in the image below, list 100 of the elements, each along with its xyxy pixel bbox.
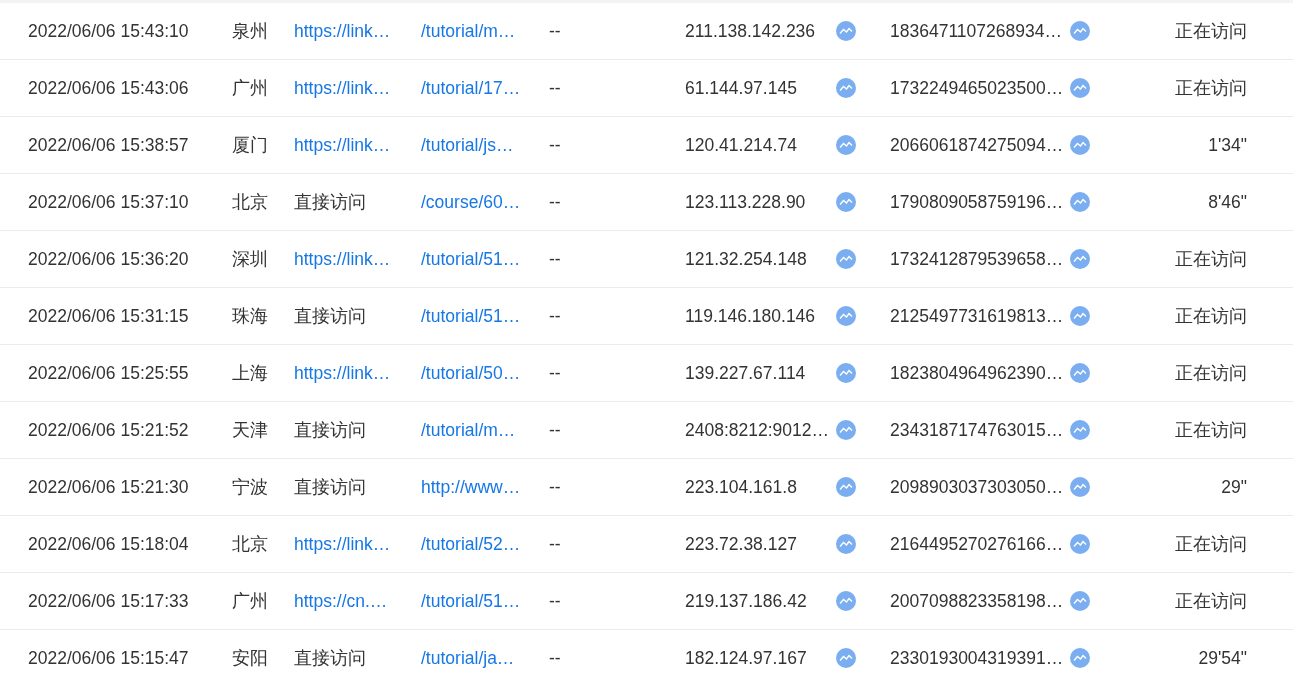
ip-address: 211.138.142.236	[685, 20, 817, 42]
page-link[interactable]: /tutorial/51…	[421, 305, 549, 327]
visit-time: 2022/06/06 15:36:20	[28, 248, 190, 270]
referrer-link[interactable]: https://link…	[294, 20, 421, 42]
visit-duration: 正在访问	[1174, 590, 1247, 613]
visitor-id: 2125497731619813…	[890, 305, 1065, 327]
referrer-link[interactable]: https://link…	[294, 533, 421, 555]
referrer-link[interactable]: https://link…	[294, 134, 421, 156]
trend-icon[interactable]	[836, 21, 856, 41]
city: 广州	[232, 590, 269, 613]
city: 安阳	[232, 647, 269, 670]
trend-icon[interactable]	[836, 306, 856, 326]
trend-icon[interactable]	[1070, 534, 1090, 554]
city: 广州	[232, 77, 269, 100]
visit-duration: 正在访问	[1174, 248, 1247, 271]
referrer-text: 直接访问	[294, 476, 367, 499]
visit-time: 2022/06/06 15:37:10	[28, 191, 190, 213]
trend-icon[interactable]	[836, 591, 856, 611]
city: 珠海	[232, 305, 269, 328]
empty-value: --	[549, 305, 562, 327]
city: 宁波	[232, 476, 269, 499]
empty-value: --	[549, 20, 562, 42]
empty-value: --	[549, 362, 562, 384]
trend-icon[interactable]	[836, 78, 856, 98]
page-link[interactable]: http://www…	[421, 476, 549, 498]
referrer-link[interactable]: https://link…	[294, 362, 421, 384]
trend-icon[interactable]	[1070, 306, 1090, 326]
city: 天津	[232, 419, 269, 442]
page-link[interactable]: /tutorial/51…	[421, 590, 549, 612]
empty-value: --	[549, 77, 562, 99]
trend-icon[interactable]	[1070, 135, 1090, 155]
city: 上海	[232, 362, 269, 385]
trend-icon[interactable]	[836, 135, 856, 155]
visitor-id: 2343187174763015…	[890, 419, 1065, 441]
page-link[interactable]: /course/60…	[421, 191, 549, 213]
ip-address: 223.72.38.127	[685, 533, 798, 555]
empty-value: --	[549, 134, 562, 156]
page-link[interactable]: /tutorial/m…	[421, 419, 549, 441]
trend-icon[interactable]	[1070, 477, 1090, 497]
visit-time: 2022/06/06 15:21:30	[28, 476, 190, 498]
ip-address: 223.104.161.8	[685, 476, 798, 498]
trend-icon[interactable]	[836, 477, 856, 497]
visit-time: 2022/06/06 15:43:10	[28, 20, 190, 42]
visitor-id: 2164495270276166…	[890, 533, 1065, 555]
empty-value: --	[549, 191, 562, 213]
visitor-id: 2330193004319391…	[890, 647, 1065, 669]
trend-icon[interactable]	[1070, 249, 1090, 269]
visit-time: 2022/06/06 15:18:04	[28, 533, 190, 555]
visitor-id: 1732249465023500…	[890, 77, 1065, 99]
visit-time: 2022/06/06 15:17:33	[28, 590, 190, 612]
trend-icon[interactable]	[1070, 648, 1090, 668]
empty-value: --	[549, 476, 562, 498]
ip-address: 61.144.97.145	[685, 77, 798, 99]
visit-duration: 29'54"	[1197, 647, 1247, 669]
trend-icon[interactable]	[1070, 78, 1090, 98]
visit-duration: 1'34"	[1207, 134, 1247, 156]
empty-value: --	[549, 248, 562, 270]
trend-icon[interactable]	[1070, 363, 1090, 383]
page-link[interactable]: /tutorial/17…	[421, 77, 549, 99]
city: 北京	[232, 191, 269, 214]
trend-icon[interactable]	[1070, 591, 1090, 611]
trend-icon[interactable]	[1070, 192, 1090, 212]
trend-icon[interactable]	[836, 420, 856, 440]
visit-time: 2022/06/06 15:31:15	[28, 305, 190, 327]
visit-duration: 正在访问	[1174, 419, 1247, 442]
visit-duration: 正在访问	[1174, 20, 1247, 43]
trend-icon[interactable]	[1070, 420, 1090, 440]
page-link[interactable]: /tutorial/ja…	[421, 647, 549, 669]
visitor-id: 1732412879539658…	[890, 248, 1065, 270]
referrer-text: 直接访问	[294, 305, 367, 328]
visit-duration: 29"	[1220, 476, 1247, 498]
ip-address: 219.137.186.42	[685, 590, 808, 612]
referrer-link[interactable]: https://link…	[294, 77, 421, 99]
trend-icon[interactable]	[836, 249, 856, 269]
empty-value: --	[549, 647, 562, 669]
trend-icon[interactable]	[1070, 21, 1090, 41]
city: 深圳	[232, 248, 269, 271]
trend-icon[interactable]	[836, 363, 856, 383]
visit-duration: 正在访问	[1174, 305, 1247, 328]
visitor-id: 1823804964962390…	[890, 362, 1065, 384]
ip-address: 182.124.97.167	[685, 647, 808, 669]
page-link[interactable]: /tutorial/51…	[421, 248, 549, 270]
visit-time: 2022/06/06 15:38:57	[28, 134, 190, 156]
page-link[interactable]: /tutorial/50…	[421, 362, 549, 384]
page-link[interactable]: /tutorial/m…	[421, 20, 549, 42]
page-link[interactable]: /tutorial/52…	[421, 533, 549, 555]
visitor-id: 2098903037303050…	[890, 476, 1065, 498]
page-link[interactable]: /tutorial/js…	[421, 134, 549, 156]
visit-time: 2022/06/06 15:21:52	[28, 419, 190, 441]
trend-icon[interactable]	[836, 648, 856, 668]
trend-icon[interactable]	[836, 534, 856, 554]
empty-value: --	[549, 590, 562, 612]
referrer-text: 直接访问	[294, 419, 367, 442]
referrer-link[interactable]: https://cn.…	[294, 590, 421, 612]
trend-icon[interactable]	[836, 192, 856, 212]
city: 北京	[232, 533, 269, 556]
city: 泉州	[232, 20, 269, 43]
referrer-link[interactable]: https://link…	[294, 248, 421, 270]
referrer-text: 直接访问	[294, 191, 367, 214]
visit-duration: 正在访问	[1174, 362, 1247, 385]
